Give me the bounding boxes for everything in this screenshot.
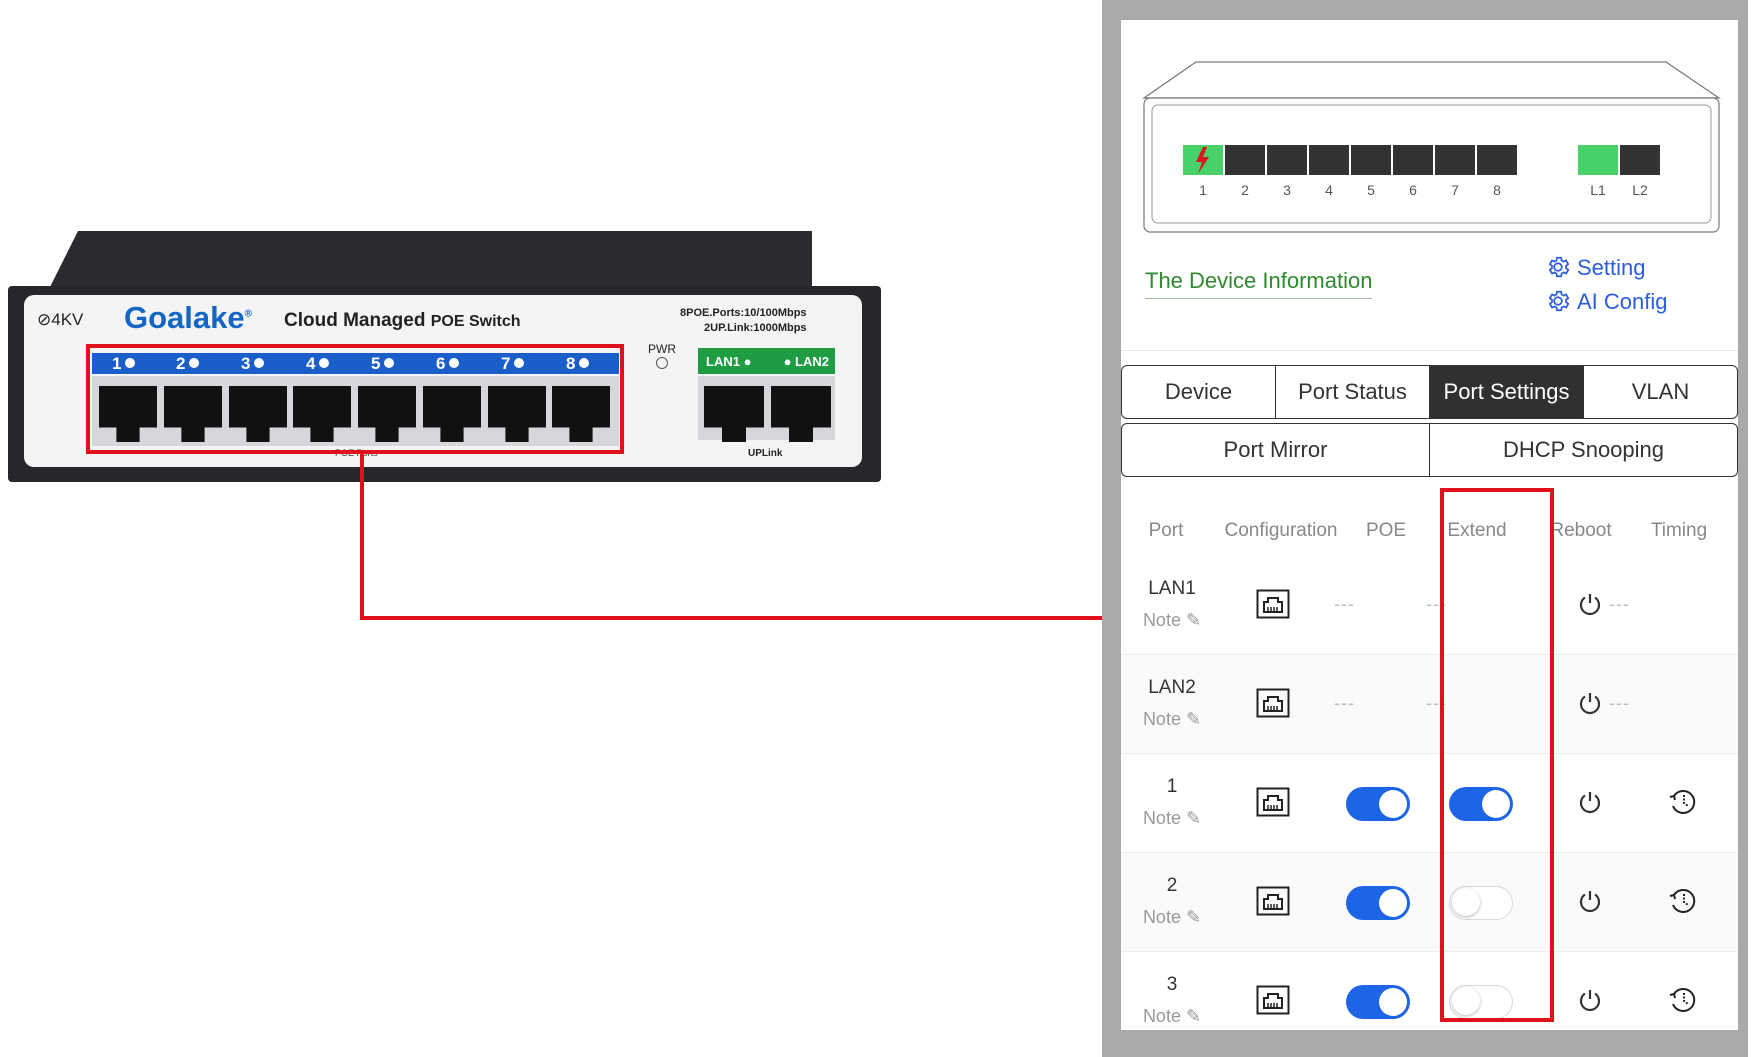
ethernet-config-icon[interactable]	[1256, 985, 1290, 1015]
divider	[1121, 350, 1738, 351]
pencil-icon: ✎	[1180, 907, 1202, 927]
extend-column-highlight-box	[1440, 488, 1554, 1022]
power-icon[interactable]	[1577, 888, 1603, 914]
table-row: 1 Note ✎	[1121, 754, 1738, 853]
device-information-link[interactable]: The Device Information	[1145, 268, 1373, 299]
power-icon[interactable]	[1577, 690, 1603, 716]
gear-icon	[1548, 290, 1570, 312]
uplink-label-bar: LAN1 ● ● LAN2	[698, 348, 835, 374]
ai-config-link[interactable]: AI Config	[1545, 288, 1668, 315]
poe-ports-highlight-box	[86, 344, 624, 454]
table-row: LAN2 Note ✎ --- --- ---	[1121, 655, 1738, 754]
switch-top-panel	[48, 231, 812, 291]
switch-illustration: 1 2 3 4 5 6 7 8 L1 L2	[1142, 61, 1721, 233]
note-edit[interactable]: Note ✎	[1121, 907, 1223, 928]
spec-text: 8POE.Ports:10/100Mbps 2UP.Link:1000Mbps	[680, 307, 807, 334]
timing-value: ---	[1609, 693, 1630, 713]
port-name: 2	[1166, 875, 1178, 896]
note-edit[interactable]: Note ✎	[1121, 808, 1223, 829]
poe-toggle[interactable]	[1346, 985, 1410, 1019]
pencil-icon: ✎	[1180, 1006, 1202, 1026]
table-header: Port Configuration POE Extend Reboot Tim…	[1121, 520, 1738, 554]
illustration-ports	[1183, 145, 1660, 175]
uplink-port-label: LAN1 ●	[706, 354, 752, 369]
tab-bar: Device Port Status Port Settings VLAN Po…	[1121, 365, 1738, 481]
poe-toggle[interactable]	[1346, 886, 1410, 920]
tab-port-mirror[interactable]: Port Mirror	[1121, 423, 1429, 477]
brand-logo: Goalake®	[124, 300, 252, 335]
timer-icon[interactable]	[1667, 787, 1699, 817]
illustration-port-number: 6	[1409, 182, 1417, 198]
app-screen: 1 2 3 4 5 6 7 8 L1 L2 The Device Informa…	[1121, 20, 1738, 1030]
pencil-icon: ✎	[1180, 610, 1202, 630]
illustration-port-number: 1	[1199, 182, 1207, 198]
note-edit[interactable]: Note ✎	[1121, 709, 1223, 730]
tab-port-settings[interactable]: Port Settings	[1429, 365, 1583, 419]
column-header: Timing	[1650, 520, 1708, 541]
tab-dhcp-snooping[interactable]: DHCP Snooping	[1429, 423, 1738, 477]
model-name: Cloud Managed POE Switch	[284, 310, 521, 331]
column-header: POE	[1365, 520, 1407, 541]
illustration-uplink-label: L1	[1590, 182, 1606, 198]
tab-device[interactable]: Device	[1121, 365, 1275, 419]
illustration-port-number: 4	[1325, 182, 1333, 198]
timing-value: ---	[1609, 594, 1630, 614]
connector-line-vertical	[360, 454, 364, 620]
port-name: 3	[1166, 974, 1178, 995]
tab-row-2: Port Mirror DHCP Snooping	[1121, 423, 1738, 477]
port-cell: LAN2 Note ✎	[1121, 655, 1223, 753]
surge-icon: ⊘	[37, 310, 52, 329]
illustration-port-number: 7	[1451, 182, 1459, 198]
note-edit[interactable]: Note ✎	[1121, 610, 1223, 631]
column-header: Port	[1148, 520, 1184, 541]
illustration-port-number: 3	[1283, 182, 1291, 198]
surge-protection-label: ⊘4KV	[37, 310, 84, 329]
power-icon[interactable]	[1577, 789, 1603, 815]
power-icon[interactable]	[1577, 987, 1603, 1013]
illustration-port-number: 2	[1241, 182, 1249, 198]
table-row: LAN1 Note ✎ --- --- ---	[1121, 556, 1738, 655]
note-edit[interactable]: Note ✎	[1121, 1006, 1223, 1027]
pwr-label: PWR	[648, 342, 676, 356]
ethernet-config-icon[interactable]	[1256, 688, 1290, 718]
illustration-port-number: 8	[1493, 182, 1501, 198]
poe-toggle[interactable]	[1346, 787, 1410, 821]
port-name: 1	[1166, 776, 1178, 797]
ethernet-config-icon[interactable]	[1256, 787, 1290, 817]
port-name: LAN1	[1148, 578, 1196, 599]
uplink-port-label: ● LAN2	[783, 354, 829, 369]
ethernet-config-icon[interactable]	[1256, 589, 1290, 619]
port-cell: 3 Note ✎	[1121, 952, 1223, 1030]
table-row: 2 Note ✎	[1121, 853, 1738, 952]
table-row: 3 Note ✎	[1121, 952, 1738, 1030]
tab-vlan[interactable]: VLAN	[1583, 365, 1738, 419]
illustration-port-number: 5	[1367, 182, 1375, 198]
column-header: Configuration	[1224, 520, 1338, 541]
timer-icon[interactable]	[1667, 886, 1699, 916]
tab-port-status[interactable]: Port Status	[1275, 365, 1429, 419]
tab-row-1: Device Port Status Port Settings VLAN	[1121, 365, 1738, 419]
poe-value: ---	[1334, 594, 1355, 614]
uplink-caption: UPLink	[748, 448, 783, 459]
gear-icon	[1548, 256, 1570, 278]
timer-icon[interactable]	[1667, 985, 1699, 1015]
illustration-uplink-label: L2	[1632, 182, 1648, 198]
setting-link[interactable]: Setting	[1545, 254, 1646, 281]
port-cell: LAN1 Note ✎	[1121, 556, 1223, 654]
port-name: LAN2	[1148, 677, 1196, 698]
pencil-icon: ✎	[1180, 808, 1202, 828]
port-cell: 1 Note ✎	[1121, 754, 1223, 852]
power-icon[interactable]	[1577, 591, 1603, 617]
ethernet-config-icon[interactable]	[1256, 886, 1290, 916]
pencil-icon: ✎	[1180, 709, 1202, 729]
poe-value: ---	[1334, 693, 1355, 713]
pwr-led	[656, 357, 668, 369]
port-cell: 2 Note ✎	[1121, 853, 1223, 951]
